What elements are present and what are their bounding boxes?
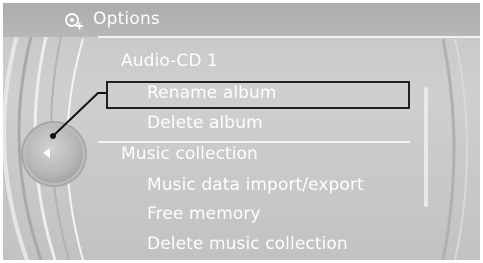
pointer-line [50, 92, 106, 139]
idrive-screen: Options Audio-CD 1 Rename album Delete a… [3, 3, 480, 260]
